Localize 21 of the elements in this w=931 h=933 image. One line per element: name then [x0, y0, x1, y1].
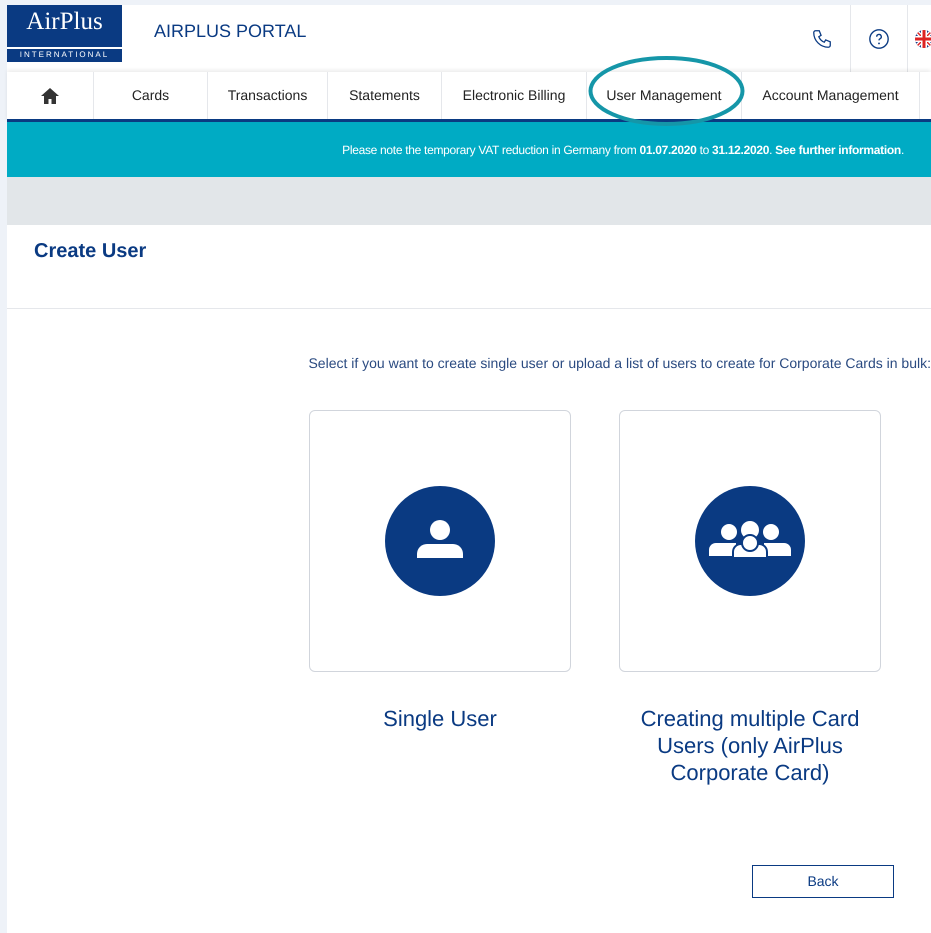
- logo-wordmark: AirPlus: [26, 7, 103, 37]
- nav-tab[interactable]: Transactions: [208, 72, 328, 119]
- logo[interactable]: AirPlus INTERNATIONAL: [7, 5, 122, 62]
- nav-tab[interactable]: User Management: [587, 72, 742, 119]
- nav-tab[interactable]: Account Management: [742, 72, 920, 119]
- option-tile[interactable]: [309, 410, 571, 672]
- home-icon: [40, 86, 60, 104]
- group-icon: [695, 486, 805, 596]
- logo-tagline: INTERNATIONAL: [7, 47, 122, 61]
- portal-title: AIRPLUS PORTAL: [154, 20, 306, 43]
- notice-text: Please note the temporary VAT reduction in Germany from 01.07.2020 to 31.12.2020. See further information.: [342, 142, 904, 158]
- nav-tab[interactable]: Statements: [328, 72, 442, 119]
- page-title: Create User: [34, 239, 146, 264]
- option-label: Single User: [383, 705, 497, 732]
- back-button[interactable]: Back: [752, 865, 894, 898]
- option-label: Creating multiple Card Users (only AirPlus Corporate Card): [640, 705, 860, 786]
- option-tile[interactable]: [619, 410, 881, 672]
- nav-tab[interactable]: Cards: [94, 72, 208, 119]
- nav-tab[interactable]: Electronic Billing: [442, 72, 587, 119]
- user-icon: [385, 486, 495, 596]
- instruction-text: Select if you want to create single user or upload a list of users to create for Corporate Cards in bulk:: [308, 354, 931, 373]
